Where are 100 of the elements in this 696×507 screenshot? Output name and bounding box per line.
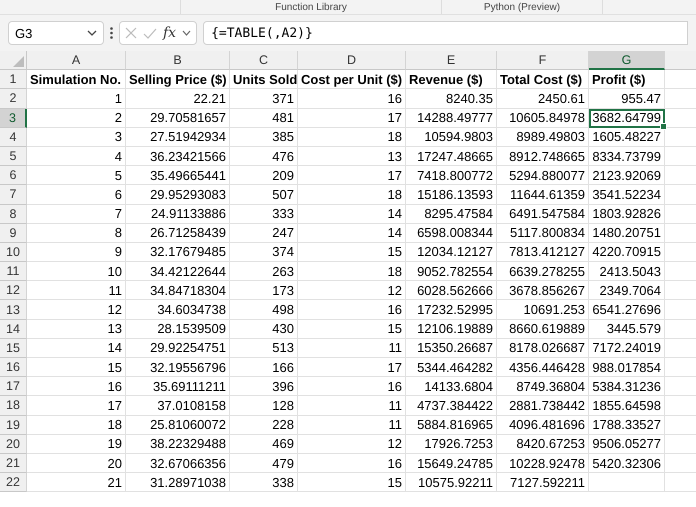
row-header[interactable]: 5: [0, 146, 27, 166]
table-cell: 228: [230, 416, 298, 435]
table-cell: 9: [27, 242, 126, 262]
column-header[interactable]: B: [126, 51, 230, 70]
table-cell: 32.17679485: [126, 242, 230, 262]
table-cell: 19: [27, 434, 126, 454]
row-header[interactable]: 10: [0, 242, 27, 262]
column-title: Simulation No.: [27, 70, 126, 90]
table-cell: 35.69111211: [126, 377, 230, 396]
row-header[interactable]: 6: [0, 166, 27, 186]
row-header[interactable]: 12: [0, 281, 27, 300]
table-cell: 29.70581657: [126, 108, 230, 128]
table-cell[interactable]: 3682.64799: [589, 108, 665, 128]
table-cell: 12: [298, 281, 406, 300]
table-cell: 10691.253: [497, 300, 589, 320]
cancel-icon[interactable]: [125, 27, 137, 39]
table-cell: 16: [298, 300, 406, 320]
table-cell: 371: [230, 89, 298, 109]
table-cell: 374: [230, 242, 298, 262]
table-cell: 955.47: [589, 89, 665, 109]
table-cell: 9052.782554: [406, 262, 497, 282]
table-cell: 18: [298, 262, 406, 282]
row-header[interactable]: 16: [0, 358, 27, 378]
name-box[interactable]: G3: [8, 21, 104, 45]
table-cell: 29.95293083: [126, 185, 230, 204]
table-cell: 8: [27, 224, 126, 243]
column-header[interactable]: E: [406, 51, 497, 70]
row-header[interactable]: 21: [0, 454, 27, 474]
table-cell: 16: [298, 89, 406, 109]
column-header[interactable]: [665, 51, 696, 70]
column-header[interactable]: G: [589, 51, 665, 70]
column-header[interactable]: C: [230, 51, 298, 70]
column-header[interactable]: F: [497, 51, 589, 70]
table-cell: 263: [230, 262, 298, 282]
table-cell: 5884.816965: [406, 416, 497, 435]
table-cell: 17: [298, 108, 406, 128]
check-icon[interactable]: [143, 28, 157, 38]
row-header[interactable]: 2: [0, 89, 27, 109]
table-cell: 13: [298, 146, 406, 166]
table-cell: 16: [298, 377, 406, 396]
table-cell: 10: [27, 262, 126, 282]
column-header[interactable]: D: [298, 51, 406, 70]
table-cell: 17: [27, 396, 126, 416]
table-cell: 7: [27, 204, 126, 224]
formula-field[interactable]: {=TABLE(,A2)}: [203, 21, 688, 45]
caret-icon[interactable]: [182, 30, 192, 36]
select-all-icon[interactable]: [13, 56, 24, 68]
table-cell: 14: [298, 204, 406, 224]
row-header[interactable]: 18: [0, 396, 27, 416]
row-header[interactable]: 3: [0, 108, 27, 128]
row-header[interactable]: 20: [0, 434, 27, 454]
table-cell: 513: [230, 338, 298, 358]
table-cell: 18: [298, 185, 406, 204]
row-header[interactable]: 4: [0, 128, 27, 147]
table-cell: 25.81060072: [126, 416, 230, 435]
row-header[interactable]: 9: [0, 224, 27, 243]
insert-function-button[interactable]: fx: [163, 25, 176, 41]
row-header[interactable]: 11: [0, 262, 27, 282]
more-options-icon[interactable]: [110, 27, 113, 39]
fill-handle[interactable]: [660, 122, 667, 130]
table-cell: 2450.61: [497, 89, 589, 109]
table-cell: 8295.47584: [406, 204, 497, 224]
table-cell: 481: [230, 108, 298, 128]
table-cell: 34.6034738: [126, 300, 230, 320]
row-header[interactable]: 22: [0, 473, 27, 492]
table-cell: 128: [230, 396, 298, 416]
table-cell: 6598.008344: [406, 224, 497, 243]
table-cell: 479: [230, 454, 298, 474]
table-cell: 18: [27, 416, 126, 435]
table-cell: 247: [230, 224, 298, 243]
table-cell: 8420.67253: [497, 434, 589, 454]
table-cell: 32.19556796: [126, 358, 230, 378]
row-header[interactable]: 17: [0, 377, 27, 396]
row-header[interactable]: 14: [0, 320, 27, 339]
table-cell: 34.84718304: [126, 281, 230, 300]
table-cell: 333: [230, 204, 298, 224]
table-cell: 1788.33527: [589, 416, 665, 435]
table-cell: 7172.24019: [589, 338, 665, 358]
table-cell: 430: [230, 320, 298, 339]
row-header[interactable]: 19: [0, 416, 27, 435]
table-cell: 14: [298, 224, 406, 243]
row-header[interactable]: 15: [0, 338, 27, 358]
column-title: Total Cost ($): [497, 70, 589, 90]
table-cell: 3678.856267: [497, 281, 589, 300]
column-header[interactable]: A: [27, 51, 126, 70]
table-cell: 12106.19889: [406, 320, 497, 339]
table-cell: 12034.12127: [406, 242, 497, 262]
table-cell: 9506.05277: [589, 434, 665, 454]
table-cell: 6491.547584: [497, 204, 589, 224]
row-header[interactable]: 1: [0, 70, 27, 90]
caret-icon: [87, 30, 97, 36]
row-header[interactable]: 13: [0, 300, 27, 320]
table-cell: 507: [230, 185, 298, 204]
column-title: Selling Price ($): [126, 70, 230, 90]
row-header[interactable]: 8: [0, 204, 27, 224]
table-cell: 4220.70915: [589, 242, 665, 262]
table-cell: 5117.800834: [497, 224, 589, 243]
row-header[interactable]: 7: [0, 185, 27, 204]
table-cell: 6541.27696: [589, 300, 665, 320]
table-cell: 15186.13593: [406, 185, 497, 204]
